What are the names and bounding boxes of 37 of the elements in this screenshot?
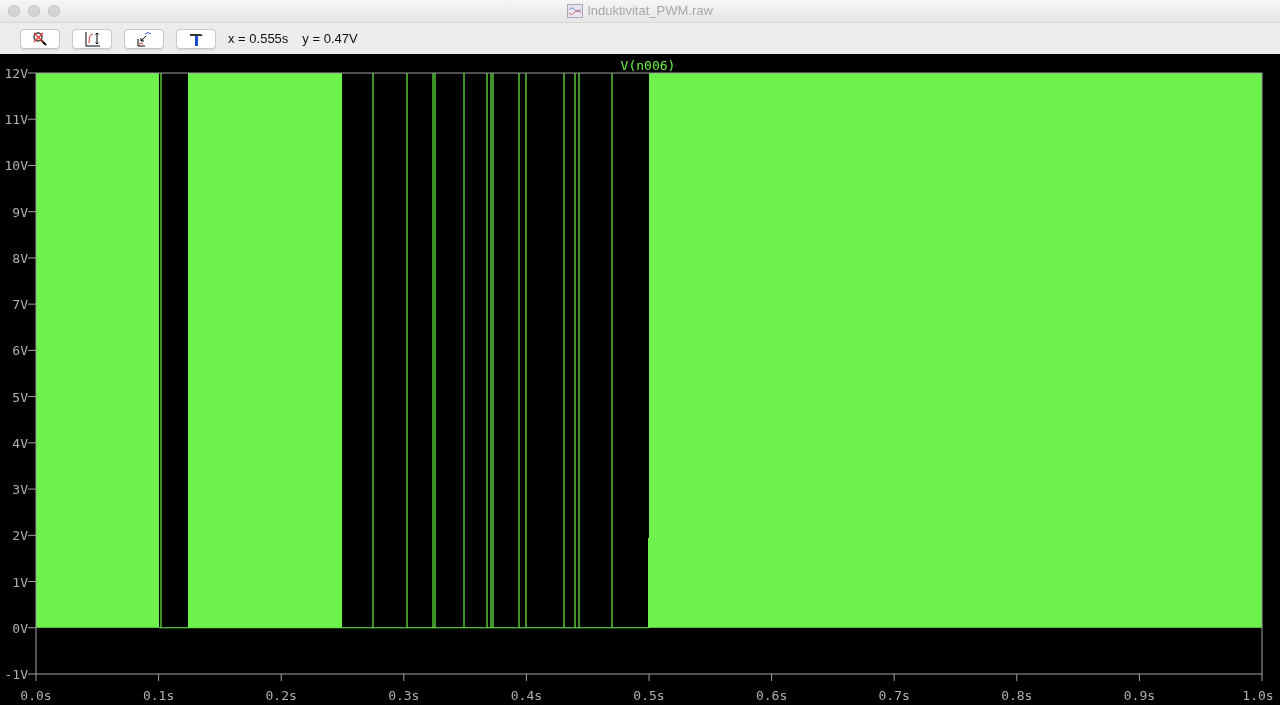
y-tick-label: 2V	[12, 528, 28, 544]
autorange-button[interactable]	[72, 28, 112, 49]
y-tick-label: 0V	[12, 620, 28, 636]
cursor-readout: x = 0.555s	[228, 29, 289, 48]
x-tick-label: 0.7s	[878, 688, 910, 703]
waveform-file-icon	[567, 4, 584, 18]
y-tick-label: 3V	[12, 482, 28, 498]
chart-arrow-icon	[135, 30, 153, 47]
y-tick-label: 8V	[12, 250, 28, 266]
y-tick-label: 1V	[12, 574, 28, 590]
y-tick-label: 10V	[4, 158, 28, 174]
chart-arrows-icon	[83, 30, 101, 47]
y-tick-label: 4V	[12, 435, 28, 451]
x-tick-label: 1.0s	[1242, 688, 1274, 703]
y-tick-label: 6V	[12, 343, 28, 359]
settings-button[interactable]	[176, 28, 216, 49]
x-tick-label: 0.8s	[1001, 688, 1033, 703]
x-tick-label: 0.5s	[633, 688, 665, 703]
x-tick-label: 0.4s	[510, 688, 543, 703]
x-tick-label: 0.9s	[1123, 688, 1156, 703]
cursor-readout: y = 0.47V	[302, 29, 358, 48]
x-tick-label: 0.0s	[20, 688, 52, 703]
trace-label: V(n006)	[620, 58, 676, 73]
x-tick-label: 0.2s	[265, 688, 297, 703]
x-tick-label: 0.3s	[388, 688, 420, 703]
y-tick-label: -1V	[4, 667, 28, 682]
window-title: Induktivitat_PWM.raw	[587, 2, 713, 21]
y-tick-label: 5V	[12, 389, 28, 405]
y-tick-label: 12V	[4, 66, 28, 81]
zoom-cancel-button[interactable]	[20, 28, 60, 49]
x-tick-label: 0.6s	[755, 688, 788, 703]
y-tick-label: 11V	[4, 112, 28, 128]
x-tick-label: 0.1s	[142, 688, 175, 703]
y-tick-label: 9V	[12, 204, 28, 220]
magnifier-cross-icon	[32, 30, 48, 47]
y-tick-label: 7V	[12, 297, 28, 313]
zoom-fit-button[interactable]	[124, 28, 164, 49]
